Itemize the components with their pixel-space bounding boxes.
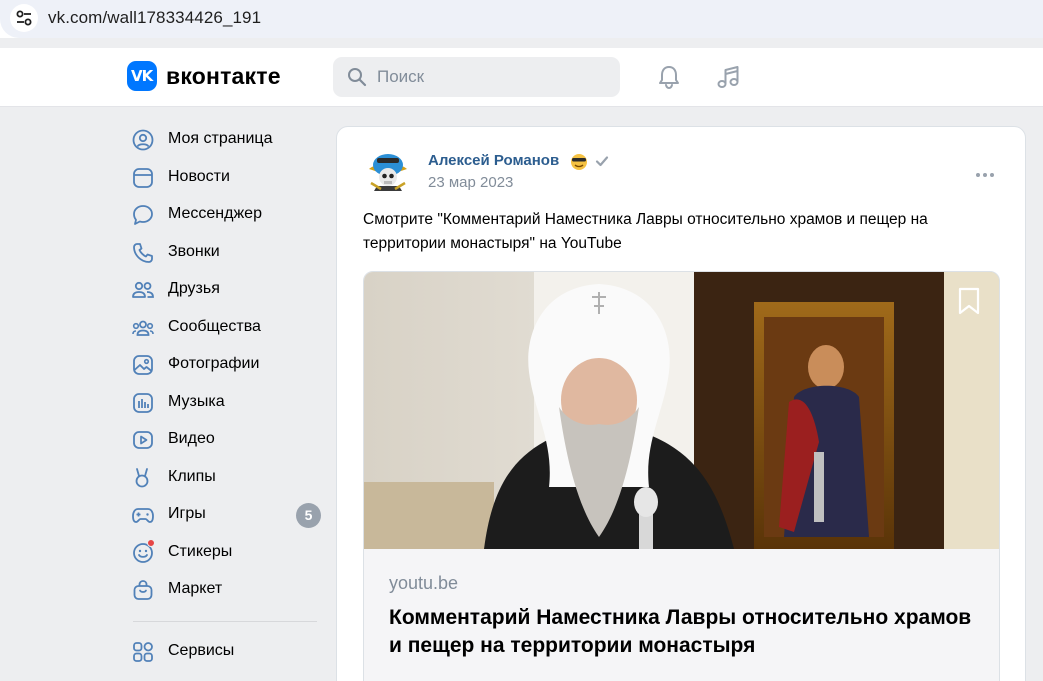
menu-item-messenger[interactable]: Мессенджер xyxy=(125,197,325,233)
menu-item-music[interactable]: Музыка xyxy=(125,385,325,421)
menu-item-news[interactable]: Новости xyxy=(125,160,325,196)
verified-check-icon xyxy=(595,156,609,167)
browser-address-bar: vk.com/wall178334426_191 xyxy=(0,0,1043,38)
music-icon xyxy=(133,392,153,413)
author-name[interactable]: Алексей Романов xyxy=(428,152,559,169)
link-preview[interactable]: youtu.be Комментарий Наместника Лавры от… xyxy=(364,549,999,681)
services-grid-icon xyxy=(133,642,153,662)
music-note-icon[interactable] xyxy=(714,63,742,91)
menu-item-calls[interactable]: Звонки xyxy=(125,235,325,271)
menu-item-label: Моя страница xyxy=(168,130,273,147)
menu-divider xyxy=(133,621,317,622)
friends-icon xyxy=(132,281,154,298)
menu-item-label: Звонки xyxy=(168,242,220,260)
link-domain: youtu.be xyxy=(389,573,459,593)
menu-item-games[interactable]: Игры 5 xyxy=(125,497,325,533)
menu-item-stickers[interactable]: Стикеры xyxy=(125,535,325,571)
url-text[interactable]: vk.com/wall178334426_191 xyxy=(48,8,261,28)
tune-icon[interactable] xyxy=(10,4,38,32)
video-icon xyxy=(133,431,153,449)
site-header: VK вконтакте xyxy=(0,48,1043,107)
menu-item-friends[interactable]: Друзья xyxy=(125,272,325,308)
search-icon xyxy=(348,68,367,87)
link-title[interactable]: Комментарий Наместника Лавры относительн… xyxy=(389,604,989,660)
menu-item-label: Музыка xyxy=(168,392,225,410)
communities-icon xyxy=(132,320,154,336)
bookmark-icon[interactable] xyxy=(956,286,982,316)
menu-item-label: Видео xyxy=(168,430,215,447)
post-text: Смотрите "Комментарий Наместника Лавры о… xyxy=(363,211,928,252)
thumbnail-image xyxy=(364,272,999,549)
post-card: Алексей Романов 23 мар 2023 Смотрите "Ко… xyxy=(336,126,1026,681)
menu-item-label: Новости xyxy=(168,167,230,185)
author-avatar[interactable] xyxy=(363,147,413,197)
menu-item-video[interactable]: Видео xyxy=(125,422,325,458)
link-attachment[interactable]: youtu.be Комментарий Наместника Лавры от… xyxy=(363,271,1000,681)
menu-item-label: Фотографии xyxy=(168,355,260,372)
vk-logo-text: VK xyxy=(131,67,153,85)
brand-name[interactable]: вконтакте xyxy=(166,63,281,90)
new-stickers-indicator xyxy=(147,538,155,547)
user-circle-icon xyxy=(132,129,154,151)
bell-icon[interactable] xyxy=(655,63,683,91)
menu-item-label: Сервисы xyxy=(168,642,235,659)
menu-item-my-page[interactable]: Моя страница xyxy=(125,122,325,158)
menu-item-label: Маркет xyxy=(168,580,223,597)
more-options-icon[interactable] xyxy=(973,163,997,187)
chat-bubble-icon xyxy=(133,205,153,225)
menu-item-label: Стикеры xyxy=(168,542,233,560)
menu-item-label: Игры xyxy=(168,505,206,522)
menu-item-communities[interactable]: Сообщества xyxy=(125,310,325,346)
menu-item-label: Друзья xyxy=(168,280,220,297)
bag-icon xyxy=(133,580,153,600)
menu-item-label: Клипы xyxy=(168,467,216,485)
menu-item-label: Сообщества xyxy=(168,317,261,335)
newsfeed-icon xyxy=(133,167,153,188)
menu-item-services[interactable]: Сервисы xyxy=(125,634,325,670)
search-input[interactable] xyxy=(377,65,607,89)
author-status-emoji-icon xyxy=(571,154,587,170)
menu-item-photos[interactable]: Фотографии xyxy=(125,347,325,383)
post-date[interactable]: 23 мар 2023 xyxy=(428,174,513,191)
games-count-badge: 5 xyxy=(296,503,321,528)
clips-icon xyxy=(135,467,149,487)
menu-item-clips[interactable]: Клипы xyxy=(125,460,325,496)
phone-icon xyxy=(133,242,153,263)
video-thumbnail[interactable] xyxy=(364,272,999,549)
vk-logo[interactable]: VK xyxy=(127,61,157,91)
menu-item-market[interactable]: Маркет xyxy=(125,572,325,608)
search-box[interactable] xyxy=(333,57,620,97)
photo-icon xyxy=(133,355,153,375)
menu-item-label: Мессенджер xyxy=(168,205,262,222)
gamepad-icon xyxy=(132,508,154,523)
